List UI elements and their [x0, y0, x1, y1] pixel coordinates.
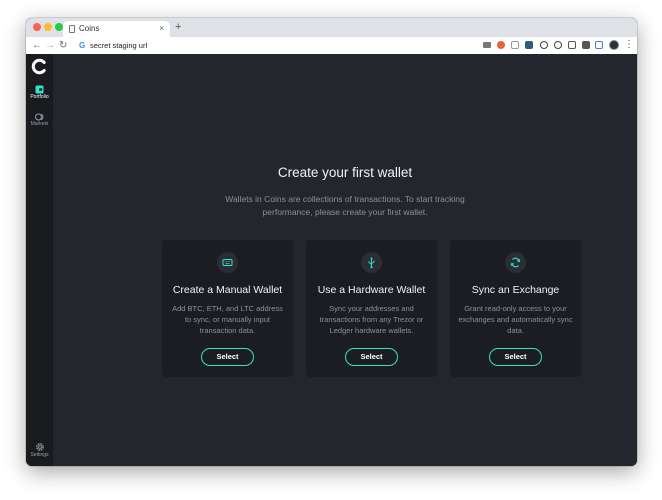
select-manual-wallet-button[interactable]: Select — [201, 348, 254, 366]
page-icon — [69, 25, 75, 33]
tab-bar: Coins × + — [26, 18, 637, 37]
forward-button[interactable]: → — [45, 38, 55, 53]
sidebar-item-label: Settings — [30, 452, 49, 458]
minimize-window-button[interactable] — [44, 23, 52, 31]
app-sidebar: Portfolio Markets Settings — [26, 54, 53, 466]
camera-icon[interactable] — [483, 42, 491, 48]
reload-button[interactable]: ↻ — [59, 38, 67, 53]
sidebar-item-markets[interactable]: Markets — [26, 113, 53, 128]
url-text[interactable]: secret staging url — [90, 40, 147, 51]
sidebar-item-label: Markets — [30, 121, 49, 127]
close-window-button[interactable] — [33, 23, 41, 31]
keyboard-icon — [222, 259, 233, 266]
wallet-icon — [35, 85, 44, 94]
profile-avatar[interactable] — [609, 40, 619, 50]
hardware-wallet-card: Use a Hardware Wallet Sync your addresse… — [306, 240, 437, 377]
tab-title: Coins — [79, 24, 100, 33]
extension-icon[interactable] — [511, 41, 519, 49]
google-icon: G — [79, 41, 86, 50]
gear-icon — [35, 443, 44, 451]
new-tab-button[interactable]: + — [175, 20, 181, 34]
browser-menu-icon[interactable]: ⋮ — [624, 38, 634, 52]
usb-icon — [368, 257, 375, 269]
tab-close-icon[interactable]: × — [159, 23, 164, 35]
card-description: Sync your addresses and transactions fro… — [319, 304, 424, 335]
extension-icon[interactable] — [568, 41, 576, 49]
select-hardware-wallet-button[interactable]: Select — [345, 348, 398, 366]
card-icon-badge — [361, 252, 382, 273]
browser-toolbar: ← → ↻ G secret staging url ⋮ — [26, 37, 637, 55]
card-icon-badge — [505, 252, 526, 273]
address-bar[interactable]: G secret staging url — [73, 39, 503, 52]
extension-icon[interactable] — [525, 41, 533, 49]
back-button[interactable]: ← — [32, 38, 42, 53]
maximize-window-button[interactable] — [55, 23, 63, 31]
sidebar-item-settings[interactable]: Settings — [26, 442, 53, 459]
extension-icon[interactable] — [595, 41, 603, 49]
browser-tab[interactable]: Coins × — [63, 21, 170, 37]
card-title: Sync an Exchange — [471, 284, 560, 296]
card-title: Use a Hardware Wallet — [317, 284, 426, 296]
coins-logo[interactable] — [31, 58, 48, 75]
extension-icon[interactable] — [497, 41, 505, 49]
page-description: Wallets in Coins are collections of tran… — [225, 194, 465, 217]
extension-icon[interactable] — [540, 41, 548, 49]
sidebar-item-portfolio[interactable]: Portfolio — [26, 85, 53, 101]
sync-exchange-card: Sync an Exchange Grant read-only access … — [450, 240, 581, 377]
card-title: Create a Manual Wallet — [172, 284, 283, 296]
extension-icon[interactable] — [582, 41, 590, 49]
sidebar-item-label: Portfolio — [30, 94, 49, 100]
sync-icon — [510, 257, 521, 268]
manual-wallet-card: Create a Manual Wallet Add BTC, ETH, and… — [162, 240, 293, 377]
markets-icon — [34, 113, 43, 121]
card-icon-badge — [217, 252, 238, 273]
main-content: Create your first wallet Wallets in Coin… — [53, 54, 637, 466]
browser-window: Coins × + ← → ↻ G secret staging url ⋮ P… — [26, 18, 637, 466]
extension-icon[interactable] — [554, 41, 562, 49]
card-description: Add BTC, ETH, and LTC address to sync, o… — [172, 304, 283, 335]
page-title: Create your first wallet — [277, 165, 413, 180]
select-exchange-button[interactable]: Select — [489, 348, 542, 366]
card-description: Grant read-only access to your exchanges… — [458, 304, 573, 335]
